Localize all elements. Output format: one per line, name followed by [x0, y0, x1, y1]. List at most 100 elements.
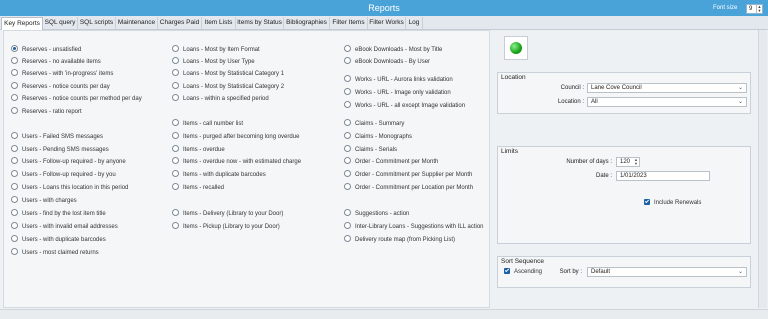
radio-icon[interactable] [11, 248, 18, 255]
radio-icon[interactable] [172, 183, 179, 190]
report-option[interactable]: Loans - Most by Statistical Category 1 [172, 69, 284, 78]
report-option[interactable]: Works - URL - Image only validation [344, 88, 451, 97]
days-stepper[interactable]: 120 ▲ ▼ [616, 157, 640, 167]
radio-icon[interactable] [172, 157, 179, 164]
radio-icon[interactable] [344, 101, 351, 108]
report-option[interactable]: Order - Commitment per Month [344, 157, 438, 166]
report-option[interactable]: Users - find by the lost item title [11, 209, 106, 218]
report-option[interactable]: Items - purged after becoming long overd… [172, 132, 299, 141]
report-option[interactable]: Users - Follow-up required - by you [11, 170, 116, 179]
report-option[interactable]: Loans - Most by User Type [172, 57, 255, 66]
report-option[interactable]: Items - overdue [172, 145, 225, 154]
report-option[interactable]: Reserves - unsatisfied [11, 45, 81, 54]
radio-icon[interactable] [11, 94, 18, 101]
report-option[interactable]: Items - overdue now - with estimated cha… [172, 157, 301, 166]
report-option[interactable]: Items - call number list [172, 119, 243, 128]
radio-icon[interactable] [344, 57, 351, 64]
report-option[interactable]: Items - Pickup (Library to your Door) [172, 222, 280, 231]
report-option[interactable]: Users - Pending SMS messages [11, 145, 109, 154]
radio-icon[interactable] [344, 235, 351, 242]
report-option[interactable]: Users - with charges [11, 196, 77, 205]
report-option[interactable]: Loans - Most by Item Format [172, 45, 260, 54]
report-option[interactable]: Users - Loans this location in this peri… [11, 183, 128, 192]
report-option[interactable]: Items - recalled [172, 183, 224, 192]
radio-icon[interactable] [172, 132, 179, 139]
report-option[interactable]: Order - Commitment per Supplier per Mont… [344, 170, 472, 179]
radio-icon[interactable] [172, 57, 179, 64]
radio-icon[interactable] [172, 119, 179, 126]
tab-charges-paid[interactable]: Charges Paid [158, 17, 202, 29]
radio-icon[interactable] [11, 132, 18, 139]
report-option[interactable]: Users - Follow-up required - by anyone [11, 157, 126, 166]
radio-icon[interactable] [344, 45, 351, 52]
radio-icon[interactable] [11, 235, 18, 242]
location-select[interactable]: All ⌄ [587, 97, 747, 107]
ascending-checkbox[interactable]: Ascending [504, 268, 542, 277]
radio-icon[interactable] [11, 196, 18, 203]
tab-sql-query[interactable]: SQL query [43, 17, 78, 29]
radio-icon[interactable] [344, 222, 351, 229]
radio-icon[interactable] [172, 170, 179, 177]
report-option[interactable]: Users - with duplicate barcodes [11, 235, 106, 244]
report-option[interactable]: Claims - Serials [344, 145, 397, 154]
radio-icon[interactable] [172, 145, 179, 152]
spin-arrows-icon[interactable]: ▲ ▼ [634, 158, 638, 166]
report-option[interactable]: Reserves - ratio report [11, 107, 82, 116]
report-option[interactable]: Reserves - no available items [11, 57, 101, 66]
spin-arrows-icon[interactable]: ▲ ▼ [756, 5, 762, 13]
report-option[interactable]: Works - URL - Aurora links validation [344, 75, 453, 84]
report-option[interactable]: Delivery route map (from Picking List) [344, 235, 455, 244]
radio-icon[interactable] [11, 69, 18, 76]
radio-icon[interactable] [11, 170, 18, 177]
include-renewals-checkbox[interactable]: Include Renewals [644, 199, 701, 208]
report-option[interactable]: Reserves - notice counts per method per … [11, 94, 142, 103]
radio-icon[interactable] [172, 69, 179, 76]
checkbox-checked-icon[interactable] [504, 268, 510, 274]
report-option[interactable]: Reserves - notice counts per day [11, 82, 110, 91]
sortby-select[interactable]: Default ⌄ [587, 267, 747, 277]
radio-icon[interactable] [344, 183, 351, 190]
report-option[interactable]: Order - Commitment per Location per Mont… [344, 183, 473, 192]
report-option[interactable]: eBook Downloads - By User [344, 57, 430, 66]
radio-icon[interactable] [11, 222, 18, 229]
radio-icon[interactable] [344, 132, 351, 139]
vertical-scrollbar[interactable] [758, 30, 767, 308]
tab-item-lists[interactable]: Item Lists [202, 17, 236, 29]
radio-icon[interactable] [344, 75, 351, 82]
tab-sql-scripts[interactable]: SQL scripts [78, 17, 116, 29]
tab-items-by-status[interactable]: Items by Status [236, 17, 284, 29]
tab-filter-items[interactable]: Filter Items [330, 17, 368, 29]
report-option[interactable]: Inter-Library Loans - Suggestions with I… [344, 222, 484, 231]
report-option[interactable]: Works - URL - all except Image validatio… [344, 101, 465, 110]
report-option[interactable]: Items - Delivery (Library to your Door) [172, 209, 283, 218]
radio-icon[interactable] [172, 209, 179, 216]
radio-icon[interactable] [11, 183, 18, 190]
radio-icon[interactable] [11, 57, 18, 64]
radio-icon[interactable] [172, 222, 179, 229]
radio-icon[interactable] [172, 94, 179, 101]
report-option[interactable]: Users - Failed SMS messages [11, 132, 103, 141]
report-option[interactable]: Claims - Summary [344, 119, 404, 128]
report-option[interactable]: Users - with invalid email addresses [11, 222, 118, 231]
radio-icon[interactable] [344, 209, 351, 216]
tab-filter-works[interactable]: Filter Works [368, 17, 406, 29]
report-option[interactable]: Loans - within a specified period [172, 94, 269, 103]
font-size-stepper[interactable]: 9 ▲ ▼ [746, 4, 763, 14]
date-field[interactable]: 1/01/2023 [616, 171, 710, 181]
tab-log[interactable]: Log [406, 17, 423, 29]
radio-icon[interactable] [344, 88, 351, 95]
radio-icon[interactable] [11, 145, 18, 152]
checkbox-checked-icon[interactable] [644, 199, 650, 205]
radio-icon[interactable] [344, 170, 351, 177]
tab-key-reports[interactable]: Key Reports [1, 17, 43, 30]
report-option[interactable]: eBook Downloads - Most by Title [344, 45, 442, 54]
radio-icon[interactable] [11, 107, 18, 114]
radio-icon[interactable] [344, 145, 351, 152]
radio-icon[interactable] [11, 82, 18, 89]
tab-maintenance[interactable]: Maintenance [116, 17, 158, 29]
run-report-button[interactable] [504, 36, 528, 60]
council-select[interactable]: Lane Cove Council ⌄ [587, 83, 747, 93]
radio-icon[interactable] [344, 119, 351, 126]
radio-icon[interactable] [344, 157, 351, 164]
radio-icon[interactable] [172, 82, 179, 89]
